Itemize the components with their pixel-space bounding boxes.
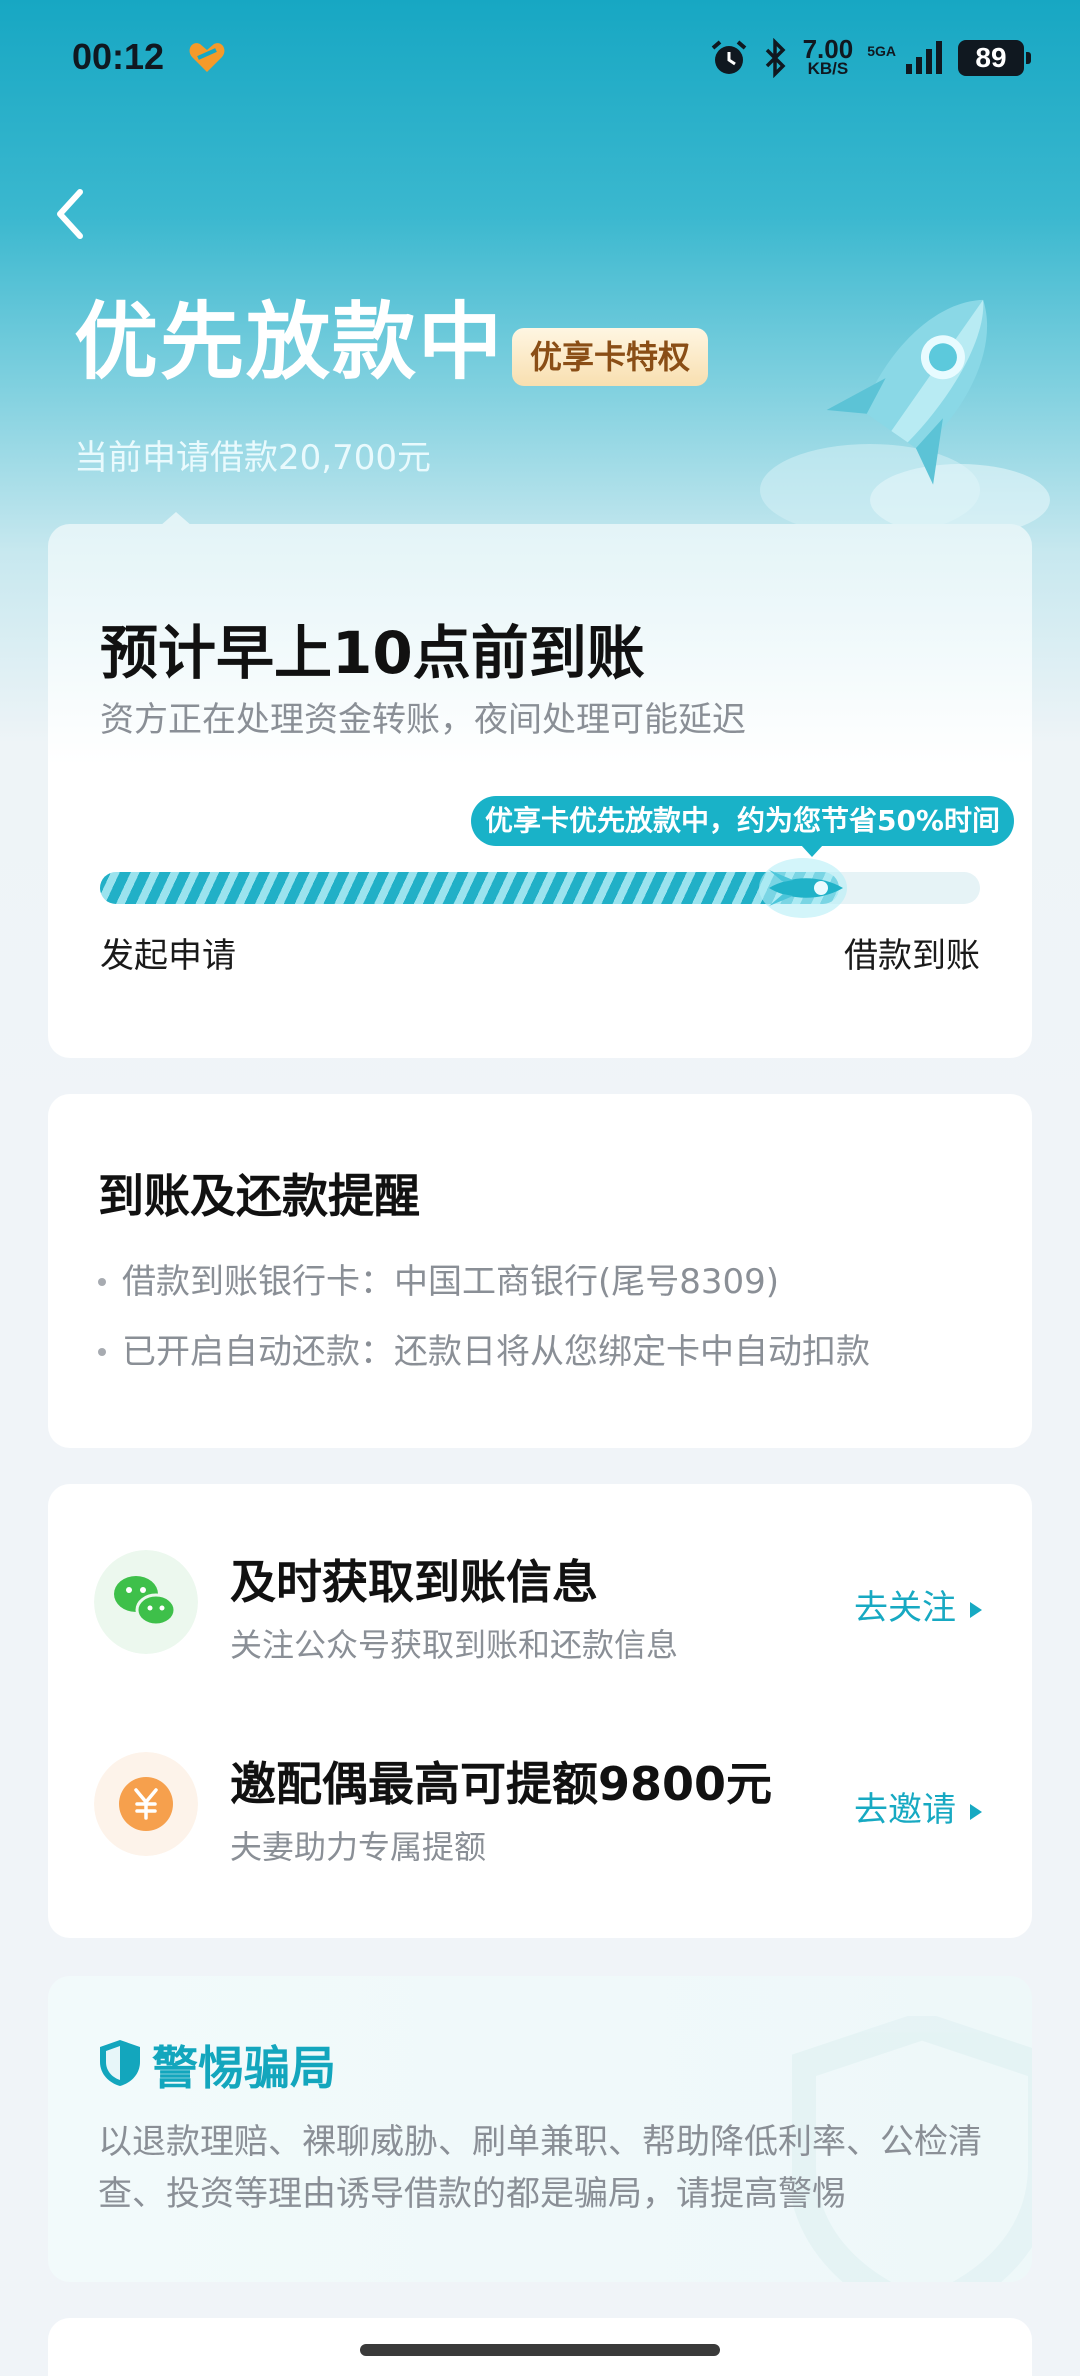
battery-icon: 89: [958, 40, 1031, 76]
shield-check-icon: [100, 2040, 140, 2086]
wechat-icon: [94, 1550, 198, 1654]
status-time: 00:12: [72, 36, 165, 77]
signal-icon: [906, 41, 942, 74]
page-title: 优先放款中: [74, 293, 505, 391]
bank-card-line: 借款到账银行卡：中国工商银行(尾号8309): [98, 1254, 779, 1303]
net-speed-unit: KB/S: [807, 59, 849, 78]
net-speed-value: 7.00: [802, 34, 854, 64]
invite-title: 邀配偶最高可提额9800元: [230, 1757, 773, 1811]
bullet-dot: [98, 1277, 106, 1286]
auto-repay-text: 已开启自动还款：还款日将从您绑定卡中自动扣款: [122, 1332, 870, 1372]
step-start-label: 发起申请: [100, 936, 236, 976]
actions-card: 及时获取到账信息 关注公众号获取到账和还款信息 去关注 邀配偶最高可提额9800…: [48, 1484, 1032, 1938]
warning-body: 以退款理赔、裸聊威胁、刷单兼职、帮助降低利率、公检清查、投资等理由诱导借款的都是…: [98, 2122, 982, 2214]
triangle-right-icon: [970, 1601, 982, 1618]
warning-title: 警惕骗局: [152, 2041, 336, 2095]
invite-subtitle: 夫妻助力专属提额: [230, 1828, 487, 1866]
follow-subtitle: 关注公众号获取到账和还款信息: [230, 1626, 679, 1664]
follow-title: 及时获取到账信息: [230, 1555, 598, 1609]
triangle-right-icon: [970, 1803, 982, 1820]
auto-repay-line: 已开启自动还款：还款日将从您绑定卡中自动扣款: [98, 1324, 870, 1373]
invite-spouse-row[interactable]: 邀配偶最高可提额9800元 夫妻助力专属提额 去邀请: [48, 1722, 1032, 1882]
eta-title: 预计早上10点前到账: [100, 619, 645, 687]
follow-account-row[interactable]: 及时获取到账信息 关注公众号获取到账和还款信息 去关注: [48, 1520, 1032, 1680]
bullet-dot: [98, 1347, 106, 1356]
arrival-progress-card: 预计早上10点前到账 资方正在处理资金转账，夜间处理可能延迟 优享卡优先放款中，…: [48, 524, 1032, 1058]
loan-amount-text: 当前申请借款20,700元: [74, 438, 431, 478]
progress-track: [100, 858, 980, 918]
reminder-card: 到账及还款提醒 借款到账银行卡：中国工商银行(尾号8309) 已开启自动还款：还…: [48, 1094, 1032, 1448]
reminder-title: 到账及还款提醒: [98, 1169, 420, 1223]
follow-button[interactable]: 去关注: [854, 1580, 982, 1629]
rocket-illustration-icon: [760, 299, 1050, 530]
bluetooth-icon: [765, 38, 786, 78]
privilege-badge: 优享卡特权: [512, 328, 709, 386]
heart-icon: [189, 43, 225, 72]
alarm-icon: [711, 40, 746, 74]
bank-card-text: 借款到账银行卡：中国工商银行(尾号8309): [122, 1262, 780, 1302]
invite-button-label: 去邀请: [854, 1790, 956, 1830]
home-indicator[interactable]: [360, 2344, 720, 2356]
status-icons: 7.00 KB/S 5GA 89: [709, 34, 1031, 80]
eta-subtitle: 资方正在处理资金转账，夜间处理可能延迟: [100, 700, 746, 740]
progress-rocket-icon: [759, 858, 847, 918]
yuan-coin-icon: [94, 1752, 198, 1856]
step-end-label: 借款到账: [844, 936, 980, 976]
net-speed: 7.00 KB/S: [802, 34, 854, 78]
follow-button-label: 去关注: [854, 1588, 956, 1628]
network-type: 5GA: [867, 43, 896, 59]
back-arrow-icon[interactable]: [46, 184, 94, 244]
fraud-warning-card: 警惕骗局 以退款理赔、裸聊威胁、刷单兼职、帮助降低利率、公检清查、投资等理由诱导…: [48, 1976, 1032, 2282]
status-bar: 00:12 7.00 KB/S 5GA 89: [0, 0, 1080, 118]
progress-tooltip: 优享卡优先放款中，约为您节省50%时间: [470, 796, 1014, 857]
invite-button[interactable]: 去邀请: [854, 1782, 982, 1831]
progress-fill: [100, 872, 839, 904]
battery-level: 89: [975, 42, 1007, 73]
